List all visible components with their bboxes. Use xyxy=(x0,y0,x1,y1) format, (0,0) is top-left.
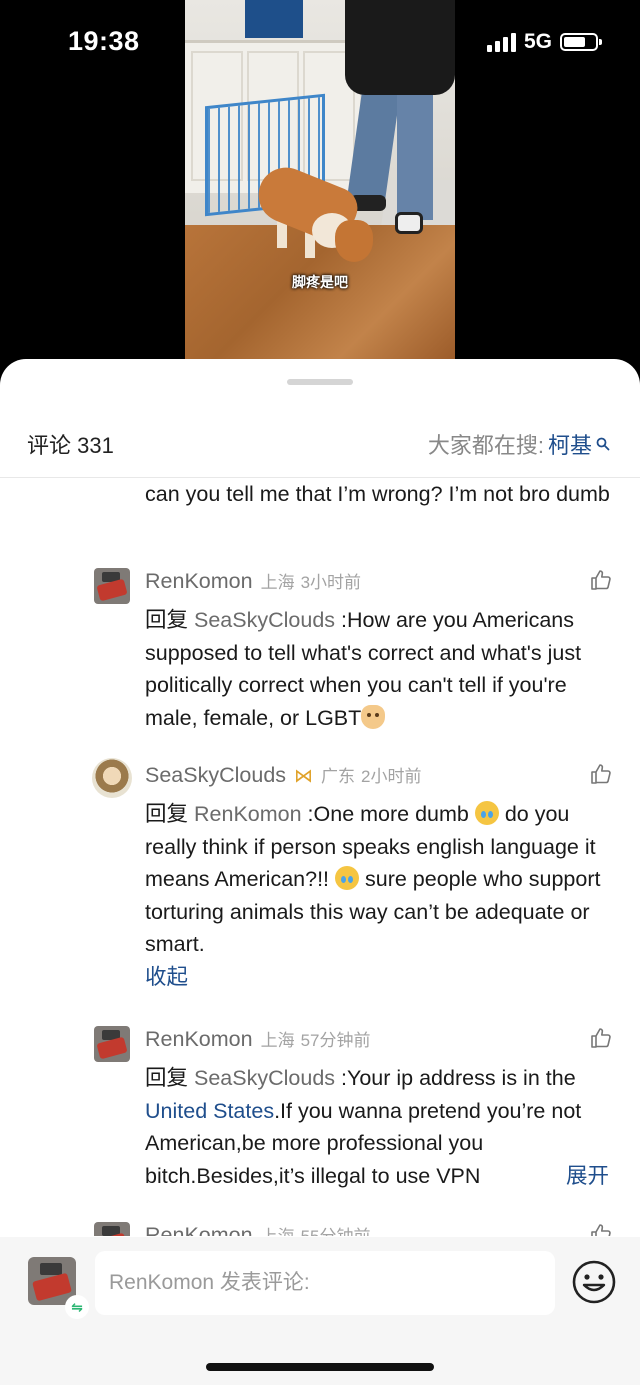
signal-icon xyxy=(486,32,516,52)
like-icon[interactable] xyxy=(589,762,613,786)
comment-time: 57分钟前 xyxy=(300,1031,371,1050)
comment-username[interactable]: RenKomon xyxy=(145,1223,253,1236)
comment-meta: RenKomon 上海 57分钟前 xyxy=(145,1026,371,1056)
comment-body: 回复 RenKomon :One more dumb do you really… xyxy=(145,798,615,993)
ip-location-link[interactable]: United States xyxy=(145,1099,274,1123)
comment-location: 上海 xyxy=(260,573,295,592)
cat-emoji-icon xyxy=(361,704,386,729)
reply-prefix: 回复 xyxy=(145,1066,189,1090)
comment-username[interactable]: SeaSkyClouds xyxy=(145,763,286,788)
trending-search-keyword[interactable]: 柯基 xyxy=(548,428,592,460)
like-icon[interactable] xyxy=(589,1026,613,1050)
comment-time: 3小时前 xyxy=(300,573,362,592)
like-icon[interactable] xyxy=(589,568,613,592)
comment-input-bar: ⇋ RenKomon 发表评论: xyxy=(0,1237,640,1385)
collapse-button[interactable]: 收起 xyxy=(145,965,188,989)
comment-location: 上海 xyxy=(260,1031,295,1050)
gold-badge-icon: ⋈ xyxy=(294,766,314,787)
comment-list[interactable]: can you tell me that I’m wrong? I’m not … xyxy=(0,478,640,1236)
video-player[interactable]: 脚疼是吧 xyxy=(185,0,455,360)
comment-meta: SeaSkyClouds ⋈ 广东 2小时前 xyxy=(145,762,422,792)
comment-location: 广东 xyxy=(321,767,356,786)
comments-header: 评论 331 大家都在搜: 柯基 xyxy=(0,409,640,478)
comment-text-part1: :Your ip address is in the xyxy=(335,1066,576,1090)
sheet-grabber[interactable] xyxy=(287,379,353,385)
reply-prefix: 回复 xyxy=(145,608,189,632)
comment-meta: RenKomon 上海 55分钟前 xyxy=(145,1222,371,1236)
network-type: 5G xyxy=(523,30,552,53)
trending-search[interactable]: 大家都在搜: 柯基 xyxy=(428,428,610,460)
avatar[interactable] xyxy=(94,1026,130,1062)
video-subtitle: 脚疼是吧 xyxy=(292,275,348,291)
search-icon xyxy=(596,437,610,451)
avatar[interactable] xyxy=(92,758,132,798)
battery-icon xyxy=(560,33,602,51)
expand-button[interactable]: 展开 xyxy=(564,1160,610,1193)
emoji-icon[interactable] xyxy=(571,1259,617,1305)
status-icons: 5G xyxy=(486,30,602,54)
comment-time: 55分钟前 xyxy=(301,1222,371,1236)
comment-meta: RenKomon 上海 3小时前 xyxy=(145,568,361,598)
comment-body: 回复 SeaSkyClouds :Your ip address is in t… xyxy=(145,1062,615,1192)
comment-input[interactable]: RenKomon 发表评论: xyxy=(95,1251,555,1315)
comment-sheet: 评论 331 大家都在搜: 柯基 can you tell me that I’… xyxy=(0,359,640,1385)
trending-search-prefix: 大家都在搜: xyxy=(427,433,544,458)
avatar[interactable] xyxy=(94,1222,130,1236)
reply-to-user[interactable]: SeaSkyClouds xyxy=(194,608,335,632)
comments-count-title: 评论 331 xyxy=(27,433,114,458)
comment-text-part1: :One more dumb xyxy=(301,802,475,826)
reply-to-user[interactable]: SeaSkyClouds xyxy=(194,1066,335,1090)
like-icon[interactable] xyxy=(589,1222,613,1236)
reply-to-user[interactable]: RenKomon xyxy=(194,802,302,826)
laughing-emoji-icon xyxy=(474,801,499,825)
previous-comment-text: can you tell me that I’m wrong? I’m not … xyxy=(145,482,610,506)
comment-body: 回复 SeaSkyClouds :How are you Americans s… xyxy=(145,604,615,734)
comment-location: 上海 xyxy=(261,1222,295,1236)
comment-time: 2小时前 xyxy=(361,767,422,786)
corgi-dog xyxy=(250,159,377,273)
reply-prefix: 回复 xyxy=(145,802,189,826)
switch-account-icon[interactable]: ⇋ xyxy=(65,1295,89,1319)
laughing-emoji-icon xyxy=(335,866,360,890)
status-time: 19:38 xyxy=(68,26,140,56)
comment-username[interactable]: RenKomon xyxy=(145,1027,253,1052)
comment-username[interactable]: RenKomon xyxy=(145,569,253,594)
home-indicator[interactable] xyxy=(206,1363,434,1371)
avatar[interactable] xyxy=(94,568,130,604)
